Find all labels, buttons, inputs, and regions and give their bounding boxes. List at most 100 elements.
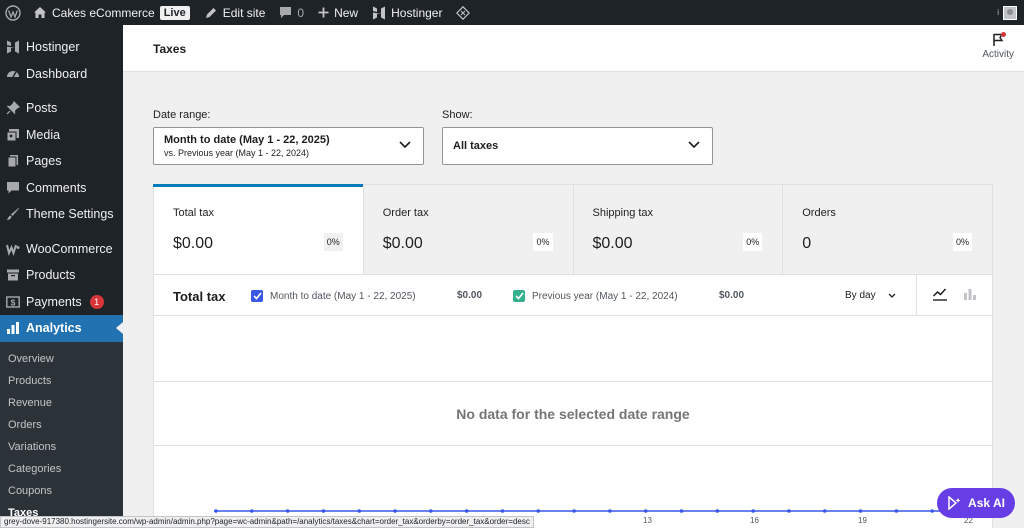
chart-point — [321, 509, 326, 513]
legend-previous-period[interactable]: Previous year (May 1 - 22, 2024) — [513, 290, 678, 302]
bar-chart-icon[interactable] — [963, 287, 977, 304]
sidebar-item-dashboard[interactable]: Dashboard — [0, 61, 123, 88]
chart-point — [357, 509, 362, 513]
edit-site-link[interactable]: Edit site — [197, 0, 273, 25]
pin-icon — [6, 101, 20, 115]
woo-icon — [6, 242, 20, 256]
howdy-text: i — [997, 8, 999, 17]
edit-icon — [205, 7, 216, 18]
admin-sidebar: Hostinger Dashboard Posts Media Pages Co… — [0, 25, 123, 528]
chart-point — [500, 509, 505, 513]
tile-value: $0.00 — [173, 235, 214, 252]
payments-badge: 1 — [89, 294, 104, 309]
archive-icon — [6, 268, 20, 282]
sidebar-item-label: Dashboard — [26, 66, 88, 81]
sidebar-item-analytics[interactable]: Analytics — [0, 315, 123, 342]
submenu-item-variations[interactable]: Variations — [0, 436, 123, 458]
submenu-item-products[interactable]: Products — [0, 370, 123, 392]
chart-point — [643, 509, 648, 513]
sidebar-item-theme-settings[interactable]: Theme Settings — [0, 201, 123, 228]
sidebar-item-label: Media — [26, 127, 61, 142]
sidebar-item-label: Posts — [26, 101, 58, 116]
live-badge: Live — [159, 5, 190, 20]
hostinger-icon — [373, 6, 386, 19]
x-axis-tick: 13 — [643, 516, 652, 525]
sparkle-icon — [948, 496, 961, 510]
tile-total-tax[interactable]: Total tax $0.00 0% — [153, 184, 364, 274]
comments-link[interactable]: 0 — [272, 0, 311, 25]
tile-shipping-tax[interactable]: Shipping tax $0.00 0% — [573, 185, 784, 274]
new-label: New — [334, 5, 359, 20]
sidebar-item-payments[interactable]: $ Payments 1 — [0, 289, 123, 316]
dollar-icon: $ — [6, 295, 20, 309]
legend-value: $0.00 — [719, 290, 745, 301]
tile-orders[interactable]: Orders 0 0% — [783, 185, 992, 274]
line-chart-icon[interactable] — [932, 287, 948, 304]
chart-point — [608, 509, 612, 513]
chart-point — [464, 509, 469, 513]
ask-ai-button[interactable]: Ask AI — [937, 488, 1015, 518]
analytics-submenu: Overview Products Revenue Orders Variati… — [0, 341, 123, 524]
sidebar-item-label: Hostinger — [26, 40, 80, 55]
chart-point — [429, 509, 433, 513]
tile-label: Total tax — [173, 207, 214, 219]
sidebar-item-label: WooCommerce — [26, 241, 113, 256]
hostinger-link[interactable]: Hostinger — [365, 0, 449, 25]
flag-icon — [991, 32, 1007, 47]
sidebar-item-pages[interactable]: Pages — [0, 148, 123, 175]
sidebar-item-label: Products — [26, 268, 76, 283]
sidebar-item-media[interactable]: Media — [0, 122, 123, 149]
sidebar-item-comments[interactable]: Comments — [0, 175, 123, 202]
site-name-link[interactable]: Cakes eCommerce Live — [26, 0, 197, 25]
chevron-down-icon — [888, 293, 896, 298]
chart-panel: Total tax Month to date (May 1 - 22, 202… — [153, 275, 993, 528]
legend-value: $0.00 — [457, 290, 483, 301]
svg-text:$: $ — [11, 297, 16, 307]
submenu-item-coupons[interactable]: Coupons — [0, 480, 123, 502]
legend-label: Previous year (May 1 - 22, 2024) — [532, 290, 678, 302]
ask-ai-label: Ask AI — [968, 496, 1005, 510]
sidebar-item-label: Payments — [26, 294, 82, 309]
chart-point — [536, 509, 541, 513]
tile-order-tax[interactable]: Order tax $0.00 0% — [363, 185, 574, 274]
chart-point — [214, 509, 218, 513]
chart-point — [751, 509, 755, 513]
empty-state-message: No data for the selected date range — [456, 406, 690, 422]
submenu-item-categories[interactable]: Categories — [0, 458, 123, 480]
tile-value: $0.00 — [592, 235, 633, 252]
x-axis-tick: 16 — [750, 516, 759, 525]
activity-button[interactable]: Activity — [982, 32, 1014, 60]
submenu-item-revenue[interactable]: Revenue — [0, 392, 123, 414]
tile-label: Shipping tax — [592, 207, 654, 219]
sidebar-item-label: Theme Settings — [26, 207, 114, 222]
hostinger-label: Hostinger — [391, 5, 443, 20]
sidebar-item-posts[interactable]: Posts — [0, 95, 123, 122]
legend-current-period[interactable]: Month to date (May 1 - 22, 2025) — [251, 290, 416, 302]
chart-icon — [6, 321, 20, 335]
new-content-link[interactable]: New — [311, 0, 365, 25]
diamond-plugin-icon[interactable] — [449, 0, 477, 25]
edit-site-label: Edit site — [222, 5, 266, 20]
submenu-item-overview[interactable]: Overview — [0, 349, 123, 371]
tile-label: Order tax — [382, 207, 429, 219]
interval-select[interactable]: By day — [845, 290, 896, 301]
show-filter-select[interactable]: All taxes — [442, 127, 713, 165]
wordpress-logo-icon[interactable] — [0, 0, 26, 25]
sidebar-item-hostinger[interactable]: Hostinger — [0, 34, 123, 61]
submenu-item-orders[interactable]: Orders — [0, 414, 123, 436]
date-range-picker[interactable]: Month to date (May 1 - 22, 2025) vs. Pre… — [153, 127, 424, 165]
sidebar-item-woocommerce[interactable]: WooCommerce — [0, 236, 123, 263]
chart-point — [715, 509, 720, 513]
browser-status-url: grey-dove-917380.hostingersite.com/wp-ad… — [0, 516, 534, 528]
chevron-down-icon — [399, 141, 411, 149]
sidebar-item-products[interactable]: Products — [0, 262, 123, 289]
chart-point — [930, 509, 934, 513]
site-name: Cakes eCommerce — [52, 5, 155, 20]
dashboard-icon — [6, 67, 20, 81]
user-avatar[interactable] — [1003, 5, 1017, 20]
sidebar-item-label: Comments — [26, 180, 87, 195]
checkbox-checked-icon — [513, 290, 525, 302]
tile-label: Orders — [802, 207, 836, 219]
interval-label: By day — [845, 290, 876, 301]
chart-point — [250, 509, 254, 513]
